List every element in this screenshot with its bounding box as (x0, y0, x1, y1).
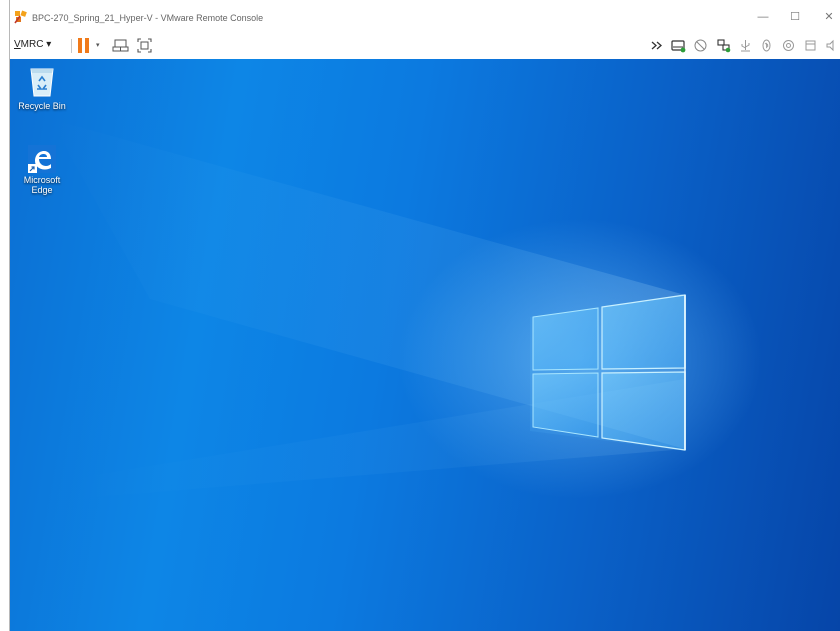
cd-dvd-icon[interactable] (693, 38, 708, 53)
vmrc-app-icon (14, 10, 27, 24)
logo-pane-top-right (601, 294, 686, 370)
bluetooth-icon[interactable] (759, 38, 774, 53)
toolbar-separator (71, 39, 72, 53)
maximize-button[interactable]: ☐ (784, 8, 806, 26)
chevrons-right-icon[interactable] (650, 38, 665, 53)
sound-card-icon[interactable] (781, 38, 796, 53)
removable-drive-icon[interactable] (671, 38, 686, 53)
recycle-bin-icon (30, 68, 54, 97)
microsoft-edge-label-line2: Edge (31, 185, 53, 195)
logo-pane-top-left (532, 307, 599, 371)
vmrc-toolbar: VMRC ▾ ▾ (10, 33, 840, 60)
microsoft-edge-icon (28, 145, 56, 173)
pause-button[interactable] (78, 38, 90, 53)
recycle-bin-shortcut[interactable]: Recycle Bin (12, 63, 72, 111)
logo-pane-bottom-right (601, 371, 686, 451)
minimize-button[interactable]: — (752, 8, 774, 26)
full-screen-icon[interactable] (136, 37, 153, 54)
pause-icon (78, 38, 82, 53)
pause-icon-bar (85, 38, 89, 53)
guest-desktop[interactable]: Recycle Bin Microsoft Edge (10, 59, 840, 631)
microsoft-edge-label-line1: Microsoft (23, 175, 61, 185)
title-bar[interactable]: BPC-270_Spring_21_Hyper-V - VMware Remot… (10, 0, 840, 33)
logo-pane-bottom-left (532, 372, 599, 438)
network-adapter-icon[interactable] (716, 38, 731, 53)
send-ctrl-alt-del-icon[interactable] (112, 37, 129, 54)
vmrc-menu-label: MRC (20, 39, 44, 50)
close-button[interactable]: ✕ (818, 8, 840, 26)
wallpaper-windows-logo (50, 119, 686, 499)
recycle-bin-label: Recycle Bin (18, 101, 66, 111)
vmrc-window: BPC-270_Spring_21_Hyper-V - VMware Remot… (0, 0, 840, 631)
speaker-icon[interactable] (824, 38, 839, 53)
window-title: BPC-270_Spring_21_Hyper-V - VMware Remot… (32, 13, 264, 23)
power-options-dropdown[interactable]: ▾ (96, 41, 100, 49)
vmrc-menu-button[interactable]: VMRC ▾ (14, 39, 51, 50)
chevron-down-icon: ▾ (46, 39, 52, 50)
usb-icon[interactable] (738, 38, 753, 53)
vmrc-menu-accelerator: V (14, 39, 21, 50)
shortcut-arrow-icon (28, 164, 37, 173)
microsoft-edge-shortcut[interactable]: Microsoft Edge (12, 145, 72, 195)
printer-icon[interactable] (803, 38, 818, 53)
